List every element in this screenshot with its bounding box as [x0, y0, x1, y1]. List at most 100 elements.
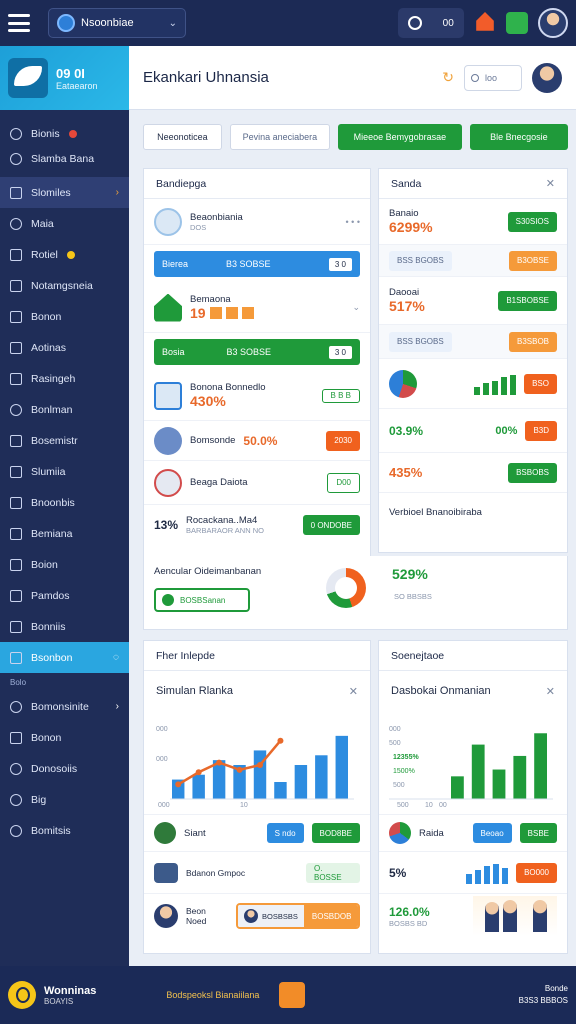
list-item[interactable]: 5% BO000: [379, 852, 567, 894]
close-icon[interactable]: ✕: [546, 685, 555, 698]
chevron-right-icon: ›: [115, 187, 119, 198]
search-placeholder: loo: [485, 72, 498, 83]
list-item[interactable]: 13% Rocackana..Ma4 BARBARAOR ANN NO 0 OND…: [144, 505, 370, 545]
workspace-select[interactable]: Nsoonbiae ⌄: [48, 8, 186, 38]
filter-button-2[interactable]: Pevina aneciabera: [229, 124, 331, 150]
sidebar-item-7[interactable]: Aotinas: [0, 332, 129, 363]
sidebar-item-15[interactable]: Pamdos: [0, 580, 129, 611]
list-item[interactable]: Banaio 6299% S30SIOS: [379, 199, 567, 245]
list-item[interactable]: Bemaona 19 ⌄: [144, 283, 370, 333]
sidebar-item-8[interactable]: Rasingeh: [0, 363, 129, 394]
top-bar: Nsoonbiae ⌄ 00: [0, 0, 576, 46]
sidebar-item-18[interactable]: Bomonsinite ›: [0, 691, 129, 722]
more-icon[interactable]: ⌄: [352, 302, 360, 313]
list-item[interactable]: Bonona Bonnedlo 430% B B B: [144, 371, 370, 421]
list-item[interactable]: Siant S ndo BOD8BE: [144, 814, 370, 852]
y-tick: 1500%: [393, 768, 415, 775]
report-icon: [154, 381, 182, 410]
list-item[interactable]: Bosia B3 SOBSE 3 0: [144, 333, 370, 371]
y-tick: 12355%: [393, 754, 419, 761]
y-tick: 000: [389, 726, 401, 733]
sidebar-item-19[interactable]: Bonon: [0, 722, 129, 753]
list-item[interactable]: BSS BGOBS B3SBOB: [379, 325, 567, 359]
sidebar-item-14[interactable]: Boion: [0, 549, 129, 580]
sidebar-item-12[interactable]: Bnoonbis: [0, 487, 129, 518]
footer-logo[interactable]: [8, 981, 36, 1009]
sidebar-item-22[interactable]: Bomitsis: [0, 815, 129, 846]
list-item[interactable]: Bierea B3 SOBSE 3 0: [144, 245, 370, 283]
sidebar-item-3[interactable]: Maia: [0, 208, 129, 239]
team-photo: [473, 896, 557, 936]
user-avatar[interactable]: [538, 8, 568, 38]
close-icon[interactable]: ✕: [546, 177, 555, 190]
header-avatar[interactable]: [532, 62, 562, 93]
list-item[interactable]: Beaga Daiota D00: [144, 461, 370, 505]
sparkline: [474, 373, 517, 395]
sidebar-item-16[interactable]: Bonniis: [0, 611, 129, 642]
user-icon: [10, 403, 22, 416]
chart-icon: [10, 279, 22, 292]
time-pill[interactable]: 00: [398, 8, 464, 38]
search-input[interactable]: loo: [464, 64, 522, 91]
list-item[interactable]: 126.0% BOSBS BD: [379, 894, 567, 938]
sidebar-item-11[interactable]: Slumiia: [0, 456, 129, 487]
panel-header: Fher Inlepde: [144, 641, 370, 671]
more-icon[interactable]: • • •: [346, 217, 360, 227]
settings-icon: [10, 651, 22, 664]
filter-button-1[interactable]: Neeonoticea: [143, 124, 222, 150]
list-item[interactable]: Verbioel Bnanoibiraba: [379, 493, 567, 531]
notification-icon[interactable]: [476, 12, 494, 31]
line-point: [236, 766, 243, 773]
check-icon: [162, 594, 174, 606]
store-icon[interactable]: [506, 12, 528, 34]
sidebar-item-2[interactable]: Slomiles ›: [0, 177, 129, 208]
sidebar-item-9[interactable]: Bonlman: [0, 394, 129, 425]
x-tick: 10: [425, 802, 433, 809]
sidebar-item-21[interactable]: Big: [0, 784, 129, 815]
page-icon: [10, 527, 22, 540]
chart-title: Simulan Rlanka ✕: [156, 685, 358, 698]
footer-action-button[interactable]: [279, 982, 306, 1008]
list-item[interactable]: Beaonbiania DOS • • •: [144, 199, 370, 245]
filter-button-4[interactable]: Ble Bnecgosie: [469, 124, 568, 150]
list-item[interactable]: 03.9% 00% B3D: [379, 409, 567, 453]
sidebar-item-10[interactable]: Bosemistr: [0, 425, 129, 456]
list-item[interactable]: BSS BGOBS B3OBSE: [379, 245, 567, 277]
chip[interactable]: B B B: [321, 388, 360, 403]
filter-button-3[interactable]: Mieeoe Bemygobrasae: [338, 124, 462, 150]
x-tick: 500: [397, 802, 409, 809]
list-item[interactable]: BSO: [379, 359, 567, 409]
sidebar-item-5[interactable]: Notamgsneia: [0, 270, 129, 301]
clock-icon: [408, 16, 423, 30]
sidebar-item-20[interactable]: Donosoiis: [0, 753, 129, 784]
sidebar-item-4[interactable]: Rotiel: [0, 239, 129, 270]
line-point: [257, 762, 263, 768]
menu-icon[interactable]: [8, 14, 30, 32]
mail-icon: [10, 248, 22, 261]
list-item[interactable]: Beon Noed BOSBSBS BOSBDOB: [144, 894, 370, 938]
globe-icon: [10, 153, 22, 165]
list-item[interactable]: Bomsonde 50.0% 2030: [144, 421, 370, 461]
sidebar-item-13[interactable]: Bemiana: [0, 518, 129, 549]
gear-icon: [10, 217, 22, 230]
sidebar-item-1[interactable]: Slamba Bana: [0, 149, 129, 169]
list-item[interactable]: Raida Beoao BSBE: [379, 814, 567, 852]
grid-icon: [10, 465, 22, 478]
people-icon: [154, 426, 182, 455]
panel-title: Sanda ✕: [379, 169, 567, 199]
bar: [192, 774, 205, 799]
sync-icon[interactable]: ↻: [442, 69, 454, 86]
sidebar-item-6[interactable]: Bonon: [0, 301, 129, 332]
bar-chart: 000 500 12355% 1500% 500 500 10 00: [389, 726, 553, 809]
sidebar-item-17[interactable]: Bsonbon ◌: [0, 642, 129, 673]
summary-sub: SO BBSBS: [394, 592, 432, 601]
list-item[interactable]: 435% BSBOBS: [379, 453, 567, 493]
list-item[interactable]: Daooai 517% B1SBOBSE: [379, 277, 567, 325]
sidebar-item-0[interactable]: Bionis: [0, 118, 129, 149]
bar: [315, 755, 328, 799]
list-item[interactable]: Bdanon Gmpoc O. BOSSE: [144, 852, 370, 894]
user-card[interactable]: BOSBSBS BOSBDOB: [236, 903, 360, 929]
brand[interactable]: 09 0I Eataearon: [0, 46, 129, 110]
summary-button[interactable]: BOSBSanan: [154, 588, 250, 612]
close-icon[interactable]: ✕: [349, 685, 358, 698]
